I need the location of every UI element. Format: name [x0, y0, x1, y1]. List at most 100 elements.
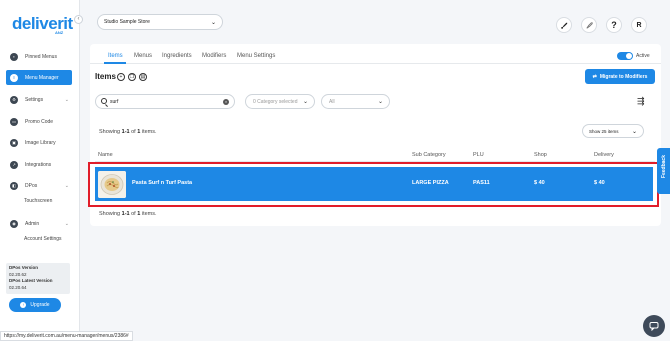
pos-icon: ◧ — [10, 181, 18, 190]
status-placeholder: All — [329, 98, 335, 105]
chevron-down-icon: ⌄ — [64, 220, 69, 227]
clear-icon[interactable]: × — [223, 99, 229, 105]
rocket-icon — [560, 22, 567, 29]
tab-menus[interactable]: Menus — [134, 53, 152, 59]
sidebar-item-pinned-menus[interactable]: ▪ Pinned Menus — [6, 49, 72, 64]
sidebar-item-label: Menu Manager — [25, 74, 59, 81]
collapse-sidebar-button[interactable]: ‹ — [74, 15, 83, 24]
sidebar-item-label: DPos — [25, 182, 38, 189]
archive-icon: ▤ — [140, 74, 146, 80]
feedback-tab[interactable]: Feedback — [657, 148, 670, 194]
chat-button[interactable] — [643, 315, 665, 337]
sidebar-item-menu-manager[interactable]: ≡ Menu Manager — [6, 70, 72, 85]
upgrade-icon: ↑ — [20, 302, 27, 308]
column-header-delivery[interactable]: Delivery — [594, 152, 614, 158]
feedback-label: Feedback — [661, 155, 667, 179]
showing-suffix: items. — [141, 211, 157, 217]
upgrade-label: Upgrade — [30, 302, 50, 308]
menu-icon: ≡ — [10, 73, 18, 82]
sidebar-item-label: Promo Code — [25, 118, 54, 125]
tab-indicator — [104, 62, 126, 64]
store-select[interactable]: Studio Sample Store ⌄ — [97, 14, 223, 30]
rocket-outline-button[interactable] — [581, 17, 597, 33]
pin-icon: ▪ — [10, 52, 18, 61]
active-toggle[interactable] — [617, 52, 633, 60]
sidebar-item-admin[interactable]: ◉ Admin ⌄ — [6, 216, 72, 231]
dpos-version-label: DPos Version — [9, 265, 39, 270]
status-url: https://my.deliverit.com.au/menu-manager… — [0, 331, 133, 341]
logo-region: ANZ — [55, 30, 64, 35]
chevron-down-icon: ⌄ — [377, 99, 383, 105]
showing-count-top: Showing 1-1 of 1 items. — [99, 129, 157, 135]
showing-total: 1 — [137, 211, 141, 217]
copy-icon: ❐ — [129, 74, 135, 80]
migrate-to-modifiers-button[interactable]: ⇄ Migrate to Modifiers — [585, 69, 655, 84]
ticket-icon: ▭ — [10, 117, 18, 126]
showing-suffix: items. — [141, 129, 157, 135]
sidebar-item-dpos[interactable]: ◧ DPos ⌄ — [6, 178, 72, 193]
upgrade-button[interactable]: ↑ Upgrade — [9, 298, 61, 312]
archive-button[interactable]: ▤ — [139, 73, 147, 81]
category-placeholder: 0 Category selected — [253, 98, 298, 105]
page-title: Items — [95, 72, 116, 81]
showing-range: 1-1 — [121, 211, 130, 217]
showing-of: of — [131, 129, 136, 135]
sort-filter-icon[interactable]: ⇶ — [637, 96, 645, 107]
sidebar-item-promo-code[interactable]: ▭ Promo Code — [6, 114, 72, 129]
copy-button[interactable]: ❐ — [128, 73, 136, 81]
showing-prefix: Showing — [99, 129, 121, 135]
column-header-plu[interactable]: PLU — [473, 152, 484, 158]
tab-items[interactable]: Items — [108, 53, 123, 59]
admin-icon: ◉ — [10, 219, 18, 228]
gear-icon: ⚙ — [10, 95, 18, 104]
sidebar-item-image-library[interactable]: ▣ Image Library — [6, 135, 72, 150]
store-name: Studio Sample Store — [104, 19, 150, 25]
showing-total: 1 — [137, 129, 141, 135]
search-value: surf — [110, 98, 119, 105]
sidebar-subitem-account-settings[interactable]: Account Settings — [24, 236, 62, 242]
help-icon: ? — [611, 20, 617, 30]
status-select[interactable]: All ⌄ — [321, 94, 390, 109]
tab-ingredients[interactable]: Ingredients — [162, 53, 192, 59]
chevron-down-icon: ⌄ — [302, 99, 308, 105]
sidebar: deliverit ANZ ▪ Pinned Menus ≡ Menu Mana… — [0, 0, 80, 341]
dpos-version-value: 02.20.62 — [9, 271, 27, 277]
showing-of: of — [131, 211, 136, 217]
column-header-sub-category[interactable]: Sub Category — [412, 152, 446, 158]
logo: deliverit — [12, 14, 73, 33]
category-select[interactable]: 0 Category selected ⌄ — [245, 94, 315, 109]
chevron-down-icon: ⌄ — [631, 128, 637, 135]
migrate-label: Migrate to Modifiers — [599, 73, 648, 80]
chevron-down-icon: ⌄ — [64, 96, 69, 103]
sidebar-item-label: Admin — [25, 220, 40, 227]
plus-icon: + — [119, 74, 123, 80]
column-header-shop[interactable]: Shop — [534, 152, 547, 158]
per-page-select[interactable]: Show 25 items ⌄ — [582, 124, 644, 138]
tab-menu-settings[interactable]: Menu Settings — [237, 53, 275, 59]
column-header-name[interactable]: Name — [98, 152, 113, 158]
rocket-button[interactable] — [556, 17, 572, 33]
chat-icon — [649, 322, 659, 331]
dpos-latest-label: DPos Latest Version — [9, 278, 53, 283]
tab-modifiers[interactable]: Modifiers — [202, 53, 226, 59]
per-page-value: Show 25 items — [589, 128, 619, 134]
avatar[interactable]: R — [631, 17, 647, 33]
help-button[interactable]: ? — [606, 17, 622, 33]
showing-count-bottom: Showing 1-1 of 1 items. — [99, 211, 157, 217]
add-item-button[interactable]: + — [117, 73, 125, 81]
shuffle-icon: ⇄ — [592, 73, 597, 80]
dpos-latest-value: 02.20.64 — [9, 285, 27, 290]
sidebar-item-settings[interactable]: ⚙ Settings ⌄ — [6, 92, 72, 107]
chevron-down-icon: ⌄ — [64, 182, 69, 189]
sidebar-item-label: Settings — [25, 96, 44, 103]
showing-prefix: Showing — [99, 211, 121, 217]
sidebar-item-label: Pinned Menus — [25, 53, 57, 60]
rocket-outline-icon — [585, 21, 593, 29]
sidebar-item-integrations[interactable]: ↗ Integrations — [6, 157, 72, 172]
tabs-divider — [90, 63, 661, 64]
search-input[interactable]: surf × — [95, 94, 235, 109]
sidebar-subitem-touchscreen[interactable]: Touchscreen — [24, 198, 52, 204]
search-icon — [101, 98, 107, 104]
sidebar-item-label: Image Library — [25, 139, 56, 146]
chevron-down-icon: ⌄ — [210, 19, 216, 26]
